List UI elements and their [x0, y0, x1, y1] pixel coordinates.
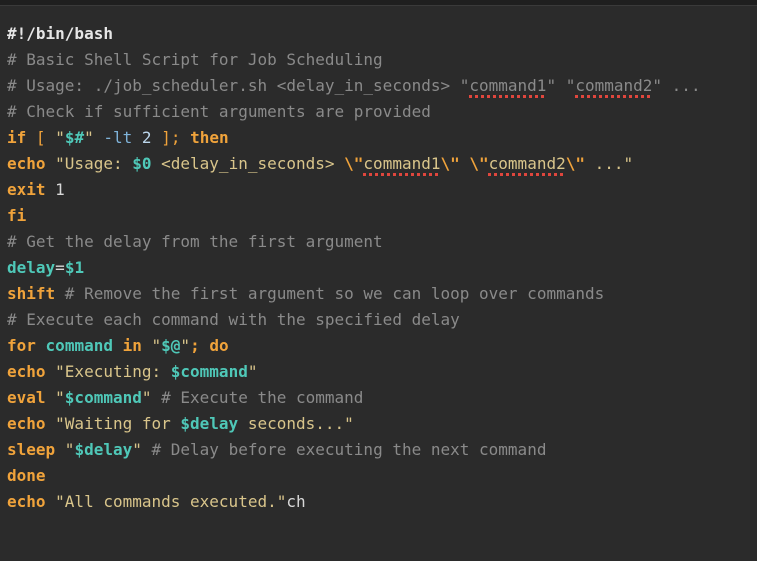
code-editor[interactable]: #!/bin/bash # Basic Shell Script for Job …	[0, 6, 757, 561]
code-token: # Usage: ./job_scheduler.sh <delay_in_se…	[7, 76, 470, 95]
code-token: =	[55, 258, 65, 277]
code-token: $delay	[74, 440, 133, 459]
code-token: echo	[7, 154, 46, 173]
code-token: seconds..."	[238, 414, 354, 433]
code-line[interactable]: delay=$1	[7, 255, 701, 281]
spelling-error-token: command2	[488, 154, 566, 173]
code-token: command	[45, 336, 113, 355]
code-line[interactable]: for command in "$@"; do	[7, 333, 701, 359]
code-token: "	[247, 362, 258, 381]
code-token: then	[190, 128, 229, 147]
code-token: [	[35, 128, 46, 147]
code-token: \"	[344, 154, 364, 173]
code-token: $#	[64, 128, 85, 147]
code-token: #!/bin/bash	[7, 24, 113, 43]
code-token: # Remove the first argument so we can lo…	[55, 284, 605, 303]
spelling-error-token: command2	[575, 76, 653, 95]
code-token: "	[55, 440, 75, 459]
code-token: sleep	[7, 440, 56, 459]
code-token: exit	[7, 180, 46, 199]
code-line[interactable]: # Check if sufficient arguments are prov…	[7, 99, 701, 125]
code-token: # Delay before executing the next comman…	[141, 440, 547, 459]
code-line[interactable]: fi	[7, 203, 701, 229]
code-token: ch	[286, 492, 306, 511]
code-token: "Usage:	[45, 154, 133, 173]
code-token: echo	[7, 492, 46, 511]
code-token: $0	[132, 154, 152, 173]
code-token: "	[132, 440, 142, 459]
code-token: "	[180, 336, 191, 355]
code-token: "	[141, 388, 152, 407]
code-token: $delay	[180, 414, 239, 433]
code-line[interactable]: # Basic Shell Script for Job Scheduling	[7, 47, 701, 73]
code-token: "	[55, 128, 65, 147]
code-line[interactable]: echo "All commands executed."ch	[7, 489, 701, 515]
code-line[interactable]: # Get the delay from the first argument	[7, 229, 701, 255]
code-token: "All commands executed."	[45, 492, 287, 511]
code-token: ..."	[584, 154, 634, 173]
code-token: ;	[190, 336, 200, 355]
code-line[interactable]: sleep "$delay" # Delay before executing …	[7, 437, 701, 463]
code-token: \"	[565, 154, 585, 173]
code-line[interactable]: shift # Remove the first argument so we …	[7, 281, 701, 307]
code-token: echo	[7, 414, 46, 433]
code-token: 1	[45, 180, 65, 199]
code-token: $command	[170, 362, 248, 381]
code-token: fi	[7, 206, 27, 225]
code-token: shift	[7, 284, 56, 303]
code-token: # Execute the command	[151, 388, 364, 407]
code-token: # Get the delay from the first argument	[7, 232, 383, 251]
code-token: -lt	[103, 128, 133, 147]
code-token: "Executing:	[45, 362, 171, 381]
code-token: <delay_in_seconds>	[151, 154, 345, 173]
code-token: for	[7, 336, 36, 355]
code-content[interactable]: #!/bin/bash # Basic Shell Script for Job …	[7, 21, 701, 515]
code-token: if	[7, 128, 27, 147]
code-token: # Execute each command with the specifie…	[7, 310, 460, 329]
code-token: $command	[64, 388, 142, 407]
code-token: ];	[161, 128, 181, 147]
code-token: done	[7, 466, 46, 485]
code-token: $1	[64, 258, 85, 277]
code-token: "	[141, 336, 162, 355]
code-token: \"	[469, 154, 489, 173]
code-token: in	[122, 336, 142, 355]
code-token: # Check if sufficient arguments are prov…	[7, 102, 431, 121]
code-token: " ...	[652, 76, 701, 95]
code-line[interactable]: echo "Waiting for $delay seconds..."	[7, 411, 701, 437]
code-token: $@	[161, 336, 181, 355]
code-token: # Basic Shell Script for Job Scheduling	[7, 50, 383, 69]
code-line[interactable]: done	[7, 463, 701, 489]
code-token: eval	[7, 388, 46, 407]
code-token: "Waiting for	[45, 414, 181, 433]
code-line[interactable]: # Usage: ./job_scheduler.sh <delay_in_se…	[7, 73, 701, 99]
code-token: echo	[7, 362, 46, 381]
code-token: delay	[7, 258, 56, 277]
code-token: " "	[546, 76, 576, 95]
code-line[interactable]: echo "Executing: $command"	[7, 359, 701, 385]
code-token: 2	[141, 128, 152, 147]
code-line[interactable]: echo "Usage: $0 <delay_in_seconds> \"com…	[7, 151, 701, 177]
code-line[interactable]: exit 1	[7, 177, 701, 203]
code-token: \"	[440, 154, 460, 173]
code-token: do	[209, 336, 229, 355]
code-token: "	[84, 128, 94, 147]
code-line[interactable]: if [ "$#" -lt 2 ]; then	[7, 125, 701, 151]
code-line[interactable]: # Execute each command with the specifie…	[7, 307, 701, 333]
code-line[interactable]: eval "$command" # Execute the command	[7, 385, 701, 411]
spelling-error-token: command1	[363, 154, 441, 173]
spelling-error-token: command1	[469, 76, 547, 95]
code-line[interactable]: #!/bin/bash	[7, 21, 701, 47]
code-token: "	[45, 388, 65, 407]
